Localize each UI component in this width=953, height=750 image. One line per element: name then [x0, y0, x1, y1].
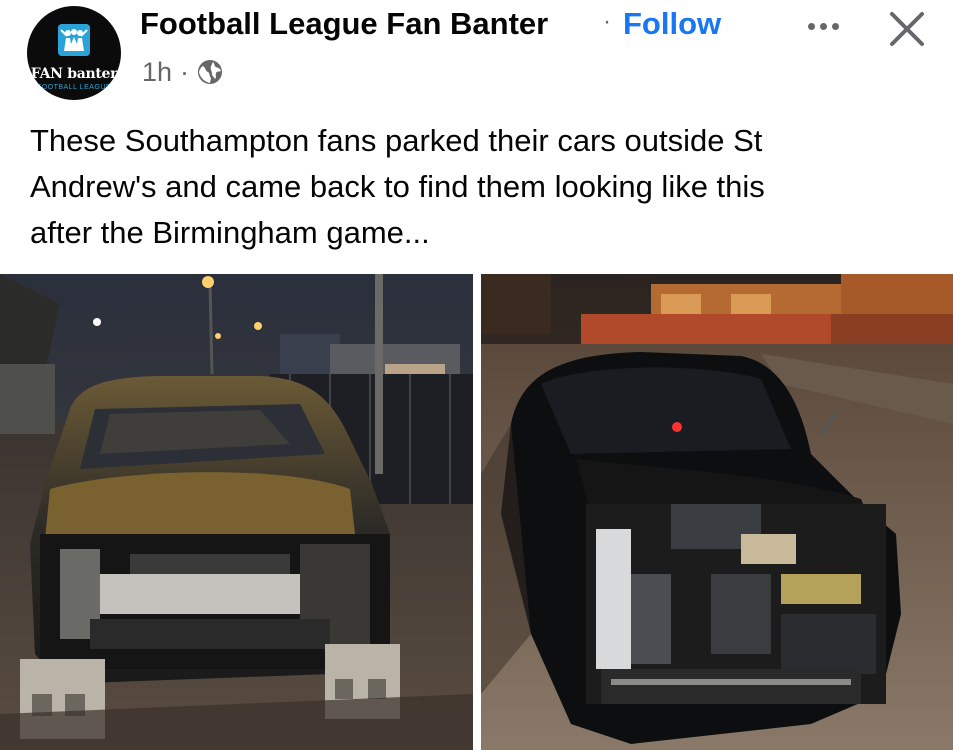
more-dot [831, 22, 839, 30]
close-icon[interactable] [884, 6, 930, 52]
avatar-logo-subtext: FOOTBALL LEAGUE [36, 84, 112, 91]
car-photo-right[interactable] [481, 274, 953, 750]
post-text-line: Andrew's and came back to find them look… [30, 169, 765, 204]
more-dot [807, 22, 815, 30]
post-header: FAN banter FOOTBALL LEAGUE Football Leag… [0, 0, 953, 110]
car-photo-left[interactable] [0, 274, 473, 750]
post-text-line: These Southampton fans parked their cars… [30, 123, 763, 158]
follow-button[interactable]: Follow [623, 6, 721, 42]
more-dot [819, 22, 827, 30]
fan-banter-logo-icon [58, 24, 90, 56]
post-text: These Southampton fans parked their cars… [30, 118, 930, 256]
page-avatar[interactable]: FAN banter FOOTBALL LEAGUE [27, 6, 121, 100]
meta-separator: · [180, 56, 190, 87]
page-name-link[interactable]: Football League Fan Banter [140, 6, 548, 42]
post-time[interactable]: 1h [142, 57, 172, 88]
post-text-line: after the Birmingham game... [30, 215, 430, 250]
name-separator: · [603, 8, 611, 35]
post-meta: 1h · [142, 56, 223, 88]
avatar-logo-text: FAN banter [30, 66, 118, 82]
globe-icon [197, 59, 223, 85]
more-options-icon[interactable] [798, 6, 848, 46]
